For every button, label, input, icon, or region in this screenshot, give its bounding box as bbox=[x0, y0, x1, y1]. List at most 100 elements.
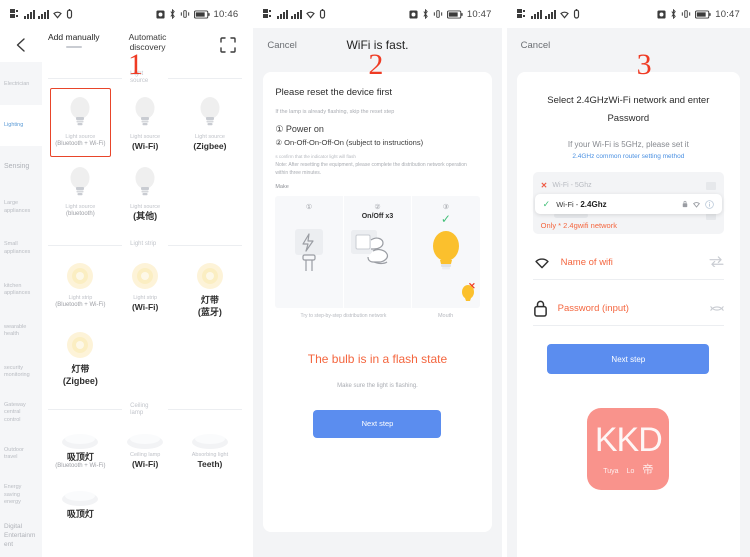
device-sublabel: (Bluetooth + Wi-Fi) bbox=[55, 463, 106, 470]
device-light-strip-bluetooth-cn[interactable]: 灯带 (蓝牙) bbox=[178, 255, 243, 324]
signal-bars-icon bbox=[277, 9, 289, 19]
kkd-logo: KKD Tuya Lo 帝 bbox=[587, 408, 670, 491]
device-sublabel: (Wi-Fi) bbox=[131, 458, 159, 469]
wifi-option-5ghz[interactable]: ✕ Wi-Fi - 5Ghz bbox=[541, 178, 717, 193]
wifi-password-field[interactable]: Password (input) bbox=[532, 292, 725, 327]
device-ceiling-lamp-cn[interactable]: 吸顶灯 bbox=[48, 477, 113, 527]
vibrate-icon bbox=[180, 9, 190, 19]
wifi-title-line1: Select 2.4GHzWi-Fi network and enter bbox=[547, 95, 710, 106]
switch-network-icon[interactable] bbox=[709, 254, 724, 272]
bluetooth-icon bbox=[422, 8, 429, 20]
device-sublabel: Teeth) bbox=[197, 458, 223, 469]
divider-left bbox=[48, 409, 123, 411]
device-light-strip-zigbee-cn[interactable]: 灯带 (Zigbee) bbox=[48, 324, 113, 393]
device-light-source-bluetooth[interactable]: Light source (bluetooth) bbox=[48, 158, 113, 229]
device-label: Ceiling lamp bbox=[130, 451, 161, 458]
device-ceiling-lamp-bluetooth-wifi[interactable]: 吸顶灯 (Bluetooth + Wi-Fi) bbox=[48, 420, 113, 477]
sidebar-item-electrician[interactable]: Electrician bbox=[0, 64, 42, 105]
device-pane: Light source Light source (Bluetooth + W… bbox=[42, 62, 249, 557]
illus-pane-3: ③ ✓ ✕ bbox=[412, 196, 479, 308]
info-icon[interactable] bbox=[705, 199, 714, 209]
wifi-option-label: Wi-Fi - 5Ghz bbox=[552, 182, 592, 190]
bulb-icon bbox=[115, 162, 176, 202]
bulb-icon bbox=[50, 92, 111, 132]
device-ceiling-lamp-wifi[interactable]: Ceiling lamp (Wi-Fi) bbox=[113, 420, 178, 477]
device-label: Light source bbox=[130, 134, 161, 140]
wifi-name-value: Name of wifi bbox=[560, 257, 613, 269]
usb-icon bbox=[66, 9, 73, 19]
device-light-strip-bluetooth-wifi[interactable]: Light strip (Bluetooth + Wi-Fi) bbox=[48, 255, 113, 324]
sidebar-item-small-appliances[interactable]: Small appliances bbox=[0, 228, 42, 269]
device-absorbing-light[interactable]: Absorbing light Teeth) bbox=[178, 420, 243, 477]
device-light-source-bluetooth-wifi[interactable]: Light source (Bluetooth + Wi-Fi) bbox=[48, 88, 113, 158]
vibrate-icon bbox=[433, 9, 443, 19]
device-sublabel: (蓝牙) bbox=[197, 306, 222, 317]
flash-state-title: The bulb is in a flash state bbox=[307, 352, 448, 367]
cancel-button[interactable]: Cancel bbox=[521, 40, 551, 51]
illus-caption-left: Try to step-by-step distribution network bbox=[300, 312, 387, 319]
tab-add-manually[interactable]: Add manually bbox=[48, 32, 100, 47]
divider-left bbox=[48, 244, 123, 246]
device-label: Light source bbox=[65, 134, 96, 140]
divider-right bbox=[168, 244, 243, 246]
device-light-source-wifi[interactable]: Light source (Wi-Fi) bbox=[113, 88, 178, 158]
sidebar-item-gateway-central-control[interactable]: Gateway central control bbox=[0, 393, 42, 434]
device-label: Light strip bbox=[68, 295, 93, 302]
wifi-selected-prefix: Wi-Fi - bbox=[556, 199, 581, 209]
screen-add-device: 10:46 Add manually Automatic discovery 1… bbox=[0, 0, 249, 557]
next-step-button[interactable]: Next step bbox=[313, 409, 442, 438]
sidebar-item-kitchen-appliances[interactable]: kitchen appliances bbox=[0, 269, 42, 310]
status-time: 10:46 bbox=[213, 8, 239, 20]
sidebar-item-outdoor-travel[interactable]: Outdoor travel bbox=[0, 434, 42, 475]
device-grid-light-strip: Light strip (Bluetooth + Wi-Fi) Light st… bbox=[48, 255, 242, 394]
logo-sub-cn: 帝 bbox=[642, 464, 654, 477]
sidebar-item-energy-saving[interactable]: Energy saving energy bbox=[0, 475, 42, 516]
device-light-strip-wifi[interactable]: Light strip (Wi-Fi) bbox=[113, 255, 178, 324]
wifi-card: Select 2.4GHzWi-Fi network and enter Pas… bbox=[516, 72, 741, 557]
step-number-3: 3 bbox=[636, 48, 652, 81]
hand-switch-icon bbox=[349, 226, 405, 279]
alarm-icon bbox=[409, 9, 418, 19]
wifi-selected-band: 2.4Ghz bbox=[580, 199, 607, 209]
only-24g-note: Only * 2.4gwifi network bbox=[540, 221, 617, 231]
three-minute-note: Note: After resetting the equipment, ple… bbox=[275, 162, 467, 177]
device-sublabel: (Bluetooth + Wi-Fi) bbox=[55, 141, 106, 148]
section-header-light-source: Light source bbox=[48, 62, 243, 88]
scan-frame-icon[interactable] bbox=[220, 37, 237, 53]
next-step-button[interactable]: Next step bbox=[547, 344, 710, 375]
device-sublabel: (bluetooth) bbox=[66, 211, 95, 218]
device-light-source-other[interactable]: Light source (其他) bbox=[113, 158, 178, 229]
eye-toggle-icon[interactable] bbox=[710, 300, 724, 318]
reset-step-2: ② On-Off-On-Off-On (subject to instructi… bbox=[275, 137, 424, 147]
back-button[interactable] bbox=[12, 36, 30, 54]
wifi-icon bbox=[52, 9, 63, 19]
check-icon: ✓ bbox=[440, 211, 451, 226]
ceiling-icon bbox=[50, 481, 111, 507]
sidebar-item-large-appliances[interactable]: Large appliances bbox=[0, 187, 42, 228]
wifi-icon bbox=[559, 9, 570, 19]
step-number-1: 1 bbox=[128, 48, 143, 81]
sidebar-item-wearable-health[interactable]: wearable health bbox=[0, 310, 42, 351]
bulb-small-icon bbox=[460, 284, 476, 307]
sidebar-item-lighting[interactable]: Lighting bbox=[0, 105, 42, 147]
signal-bars-2-icon bbox=[544, 9, 556, 19]
status-time: 10:47 bbox=[466, 8, 492, 20]
router-setting-link[interactable]: 2.4GHz common router setting method bbox=[533, 153, 724, 160]
device-light-source-zigbee[interactable]: Light source (Zigbee) bbox=[178, 88, 243, 158]
status-left-icons bbox=[10, 9, 73, 19]
device-sublabel: (Zigbee) bbox=[193, 141, 227, 152]
sidebar-item-digital-entertainment[interactable]: Digital Entertainment bbox=[0, 516, 42, 557]
sidebar-item-sensing[interactable]: Sensing bbox=[0, 146, 42, 187]
wifi-option-24ghz-selected[interactable]: ✓ Wi-Fi - 2.4Ghz bbox=[534, 194, 723, 215]
make-label: Make bbox=[275, 183, 289, 190]
cancel-button[interactable]: Cancel bbox=[267, 40, 297, 51]
wifi-selected-label: Wi-Fi - 2.4Ghz bbox=[556, 200, 606, 209]
wifi-title-line2: Password bbox=[607, 113, 650, 125]
sidebar-item-security-monitoring[interactable]: security monitoring bbox=[0, 352, 42, 393]
status-right-icons: 10:47 bbox=[409, 9, 492, 20]
reset-illustration: ① ② On/Off x3 ③ ✓ ✕ bbox=[275, 195, 480, 308]
illus-onoff-caption: On/Off x3 bbox=[361, 212, 394, 220]
wifi-password-value: Password (input) bbox=[557, 303, 629, 315]
wifi-name-field[interactable]: Name of wifi bbox=[532, 246, 725, 281]
indicator-note: s confirm that the indicator light will … bbox=[275, 153, 356, 159]
